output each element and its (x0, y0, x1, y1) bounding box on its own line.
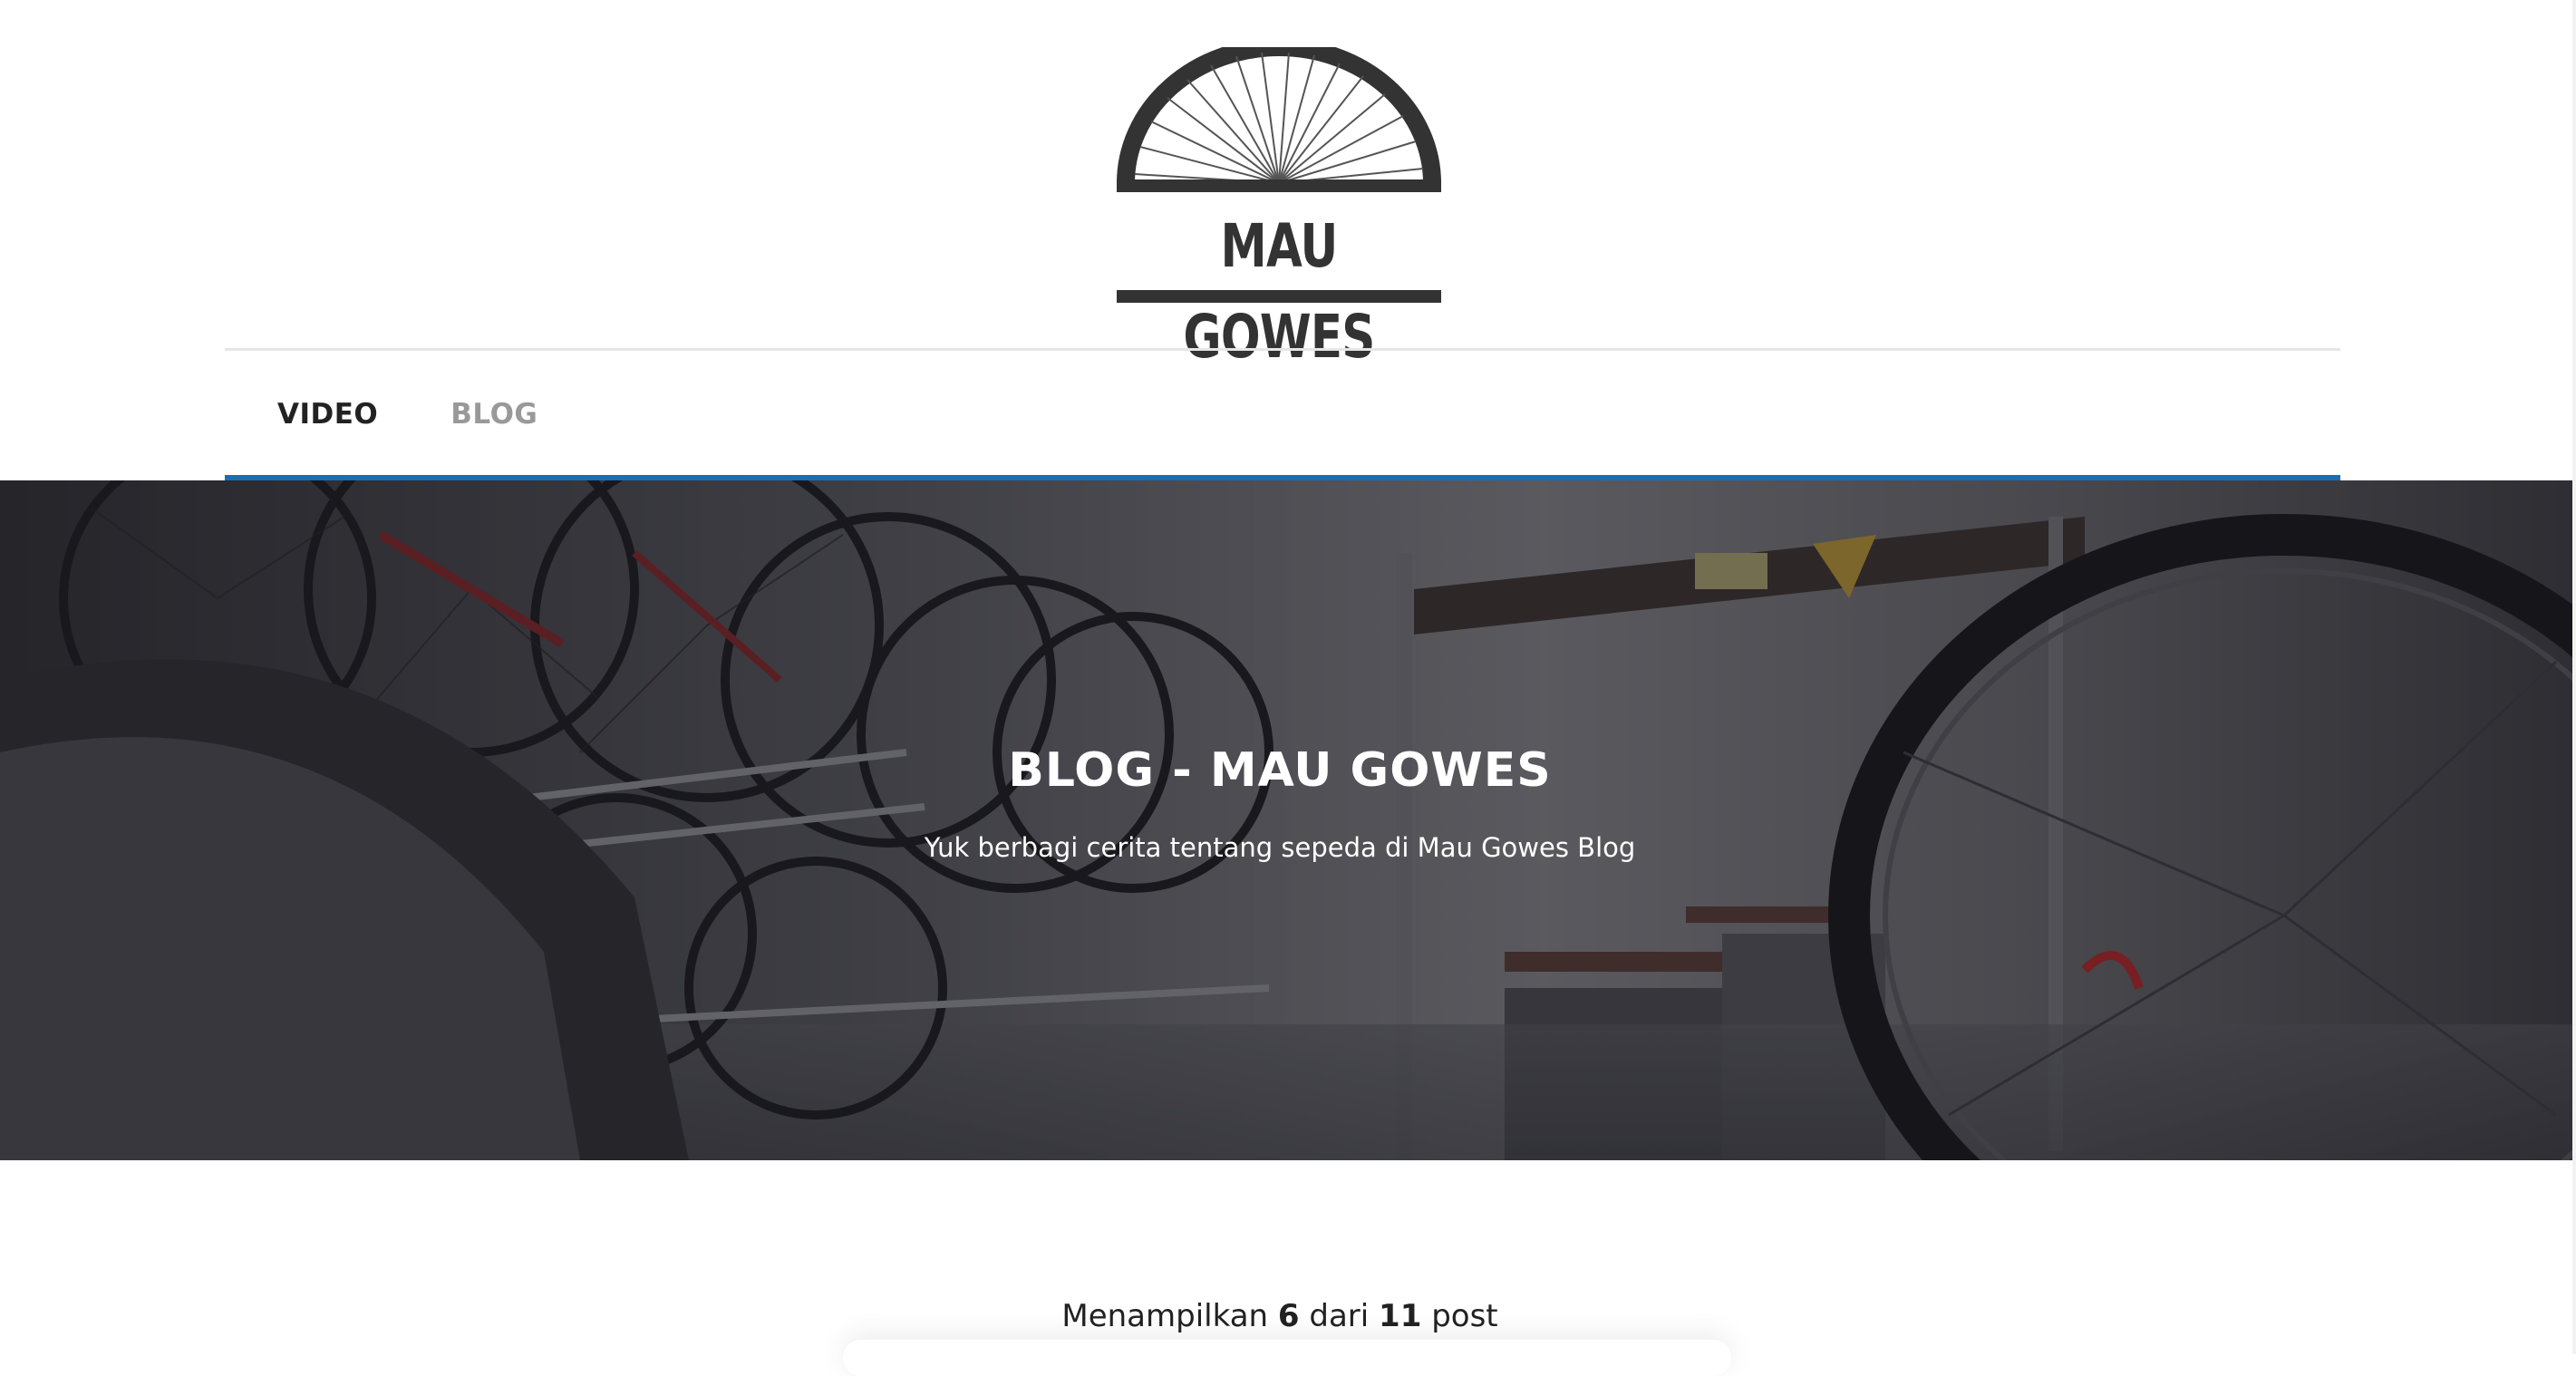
post-count-total: 11 (1379, 1298, 1422, 1334)
main-nav: VIDEO BLOG (225, 351, 2340, 478)
hero-overlay (0, 480, 2572, 1160)
hero-subtitle: Yuk berbagi cerita tentang sepeda di Mau… (924, 832, 1636, 863)
nav-item-video[interactable]: VIDEO (277, 398, 378, 431)
page-right-edge (2572, 0, 2576, 1354)
site-header: MAU GOWES (0, 0, 2576, 372)
nav-item-blog[interactable]: BLOG (450, 398, 537, 431)
hero-title: BLOG - MAU GOWES (1008, 743, 1552, 798)
logo-text: MAU GOWES (1183, 211, 1375, 372)
post-count-prefix: Menampilkan (1061, 1298, 1269, 1334)
site-logo[interactable]: MAU GOWES (1117, 47, 1441, 372)
hero-banner: BLOG - MAU GOWES Yuk berbagi cerita tent… (0, 480, 2572, 1160)
post-count-middle: dari (1309, 1298, 1370, 1334)
post-card-top-edge (843, 1340, 1731, 1376)
post-count-shown: 6 (1277, 1298, 1300, 1334)
post-count-suffix: post (1431, 1298, 1498, 1334)
post-count-text: Menampilkan 6 dari 11 post (0, 1298, 2560, 1334)
